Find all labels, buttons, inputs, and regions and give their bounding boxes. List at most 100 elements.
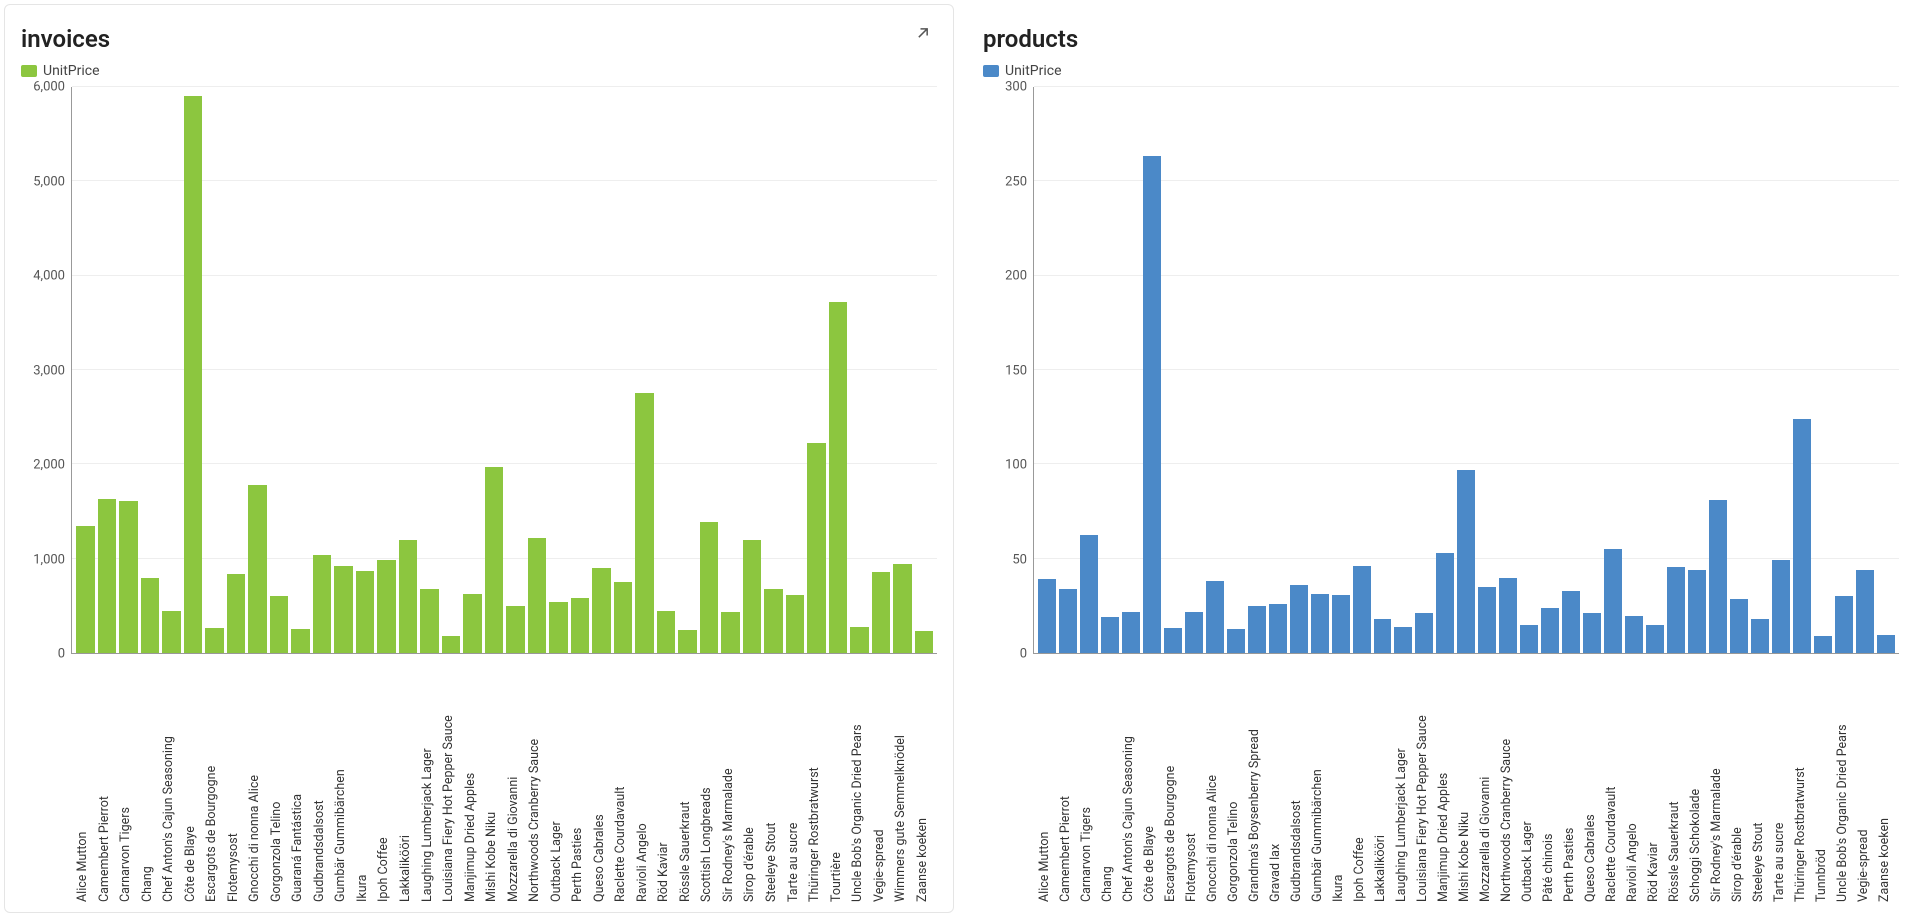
- bar[interactable]: [1520, 625, 1538, 653]
- bar[interactable]: [893, 564, 912, 653]
- bar[interactable]: [485, 467, 504, 653]
- bar[interactable]: [1709, 500, 1727, 653]
- y-tick: 5,000: [33, 174, 65, 189]
- bar[interactable]: [184, 96, 203, 653]
- bar[interactable]: [377, 560, 396, 653]
- bar[interactable]: [1206, 581, 1224, 653]
- bar[interactable]: [1038, 579, 1056, 653]
- x-label: Sirop d'érable: [1730, 660, 1748, 904]
- bar[interactable]: [1374, 619, 1392, 653]
- bar[interactable]: [1604, 549, 1622, 653]
- bar[interactable]: [1353, 566, 1371, 653]
- bar[interactable]: [356, 571, 375, 653]
- bar[interactable]: [743, 540, 762, 653]
- bar[interactable]: [1856, 570, 1874, 653]
- bar[interactable]: [614, 582, 633, 653]
- bar[interactable]: [420, 589, 439, 653]
- x-label: Carnarvon Tigers: [1079, 660, 1097, 904]
- bar[interactable]: [1185, 612, 1203, 653]
- bar[interactable]: [1478, 587, 1496, 653]
- plot-area: [71, 87, 937, 654]
- bar[interactable]: [1877, 635, 1895, 653]
- bar[interactable]: [119, 501, 138, 653]
- bar[interactable]: [700, 522, 719, 653]
- bar[interactable]: [248, 485, 267, 653]
- x-axis: Alice MuttonCamembert PierrotCarnarvon T…: [71, 654, 937, 904]
- bar[interactable]: [205, 628, 224, 653]
- x-label: Gorgonzola Telino: [269, 660, 288, 904]
- bar[interactable]: [1269, 604, 1287, 653]
- bar[interactable]: [528, 538, 547, 653]
- bar[interactable]: [1814, 636, 1832, 653]
- bar[interactable]: [850, 627, 869, 653]
- bar[interactable]: [1625, 616, 1643, 653]
- bar[interactable]: [1772, 560, 1790, 653]
- x-label: Rössle Sauerkraut: [1667, 660, 1685, 904]
- bar[interactable]: [1730, 599, 1748, 653]
- bar[interactable]: [1164, 628, 1182, 653]
- bar[interactable]: [915, 631, 934, 653]
- bar[interactable]: [1101, 617, 1119, 653]
- bar[interactable]: [1227, 629, 1245, 653]
- bar[interactable]: [1290, 585, 1308, 653]
- bar[interactable]: [571, 598, 590, 653]
- bar[interactable]: [141, 578, 160, 653]
- bar[interactable]: [549, 602, 568, 653]
- bar[interactable]: [1499, 578, 1517, 653]
- bar[interactable]: [1562, 591, 1580, 653]
- bar[interactable]: [829, 302, 848, 653]
- bar[interactable]: [1311, 594, 1329, 653]
- bar[interactable]: [463, 594, 482, 653]
- bar[interactable]: [1541, 608, 1559, 653]
- bar[interactable]: [1415, 613, 1433, 653]
- bar[interactable]: [270, 596, 289, 653]
- bar[interactable]: [1457, 470, 1475, 653]
- bar[interactable]: [1583, 613, 1601, 653]
- chart-card-invoices: invoices UnitPrice 01,0002,0003,0004,000…: [4, 4, 954, 913]
- bar[interactable]: [678, 630, 697, 653]
- bar[interactable]: [1080, 535, 1098, 653]
- bar[interactable]: [1332, 595, 1350, 653]
- x-label: Grandma's Boysenberry Spread: [1247, 660, 1265, 904]
- bar[interactable]: [1646, 625, 1664, 653]
- bar[interactable]: [1394, 627, 1412, 653]
- bar[interactable]: [1688, 570, 1706, 653]
- bar[interactable]: [291, 629, 310, 653]
- bar[interactable]: [1436, 553, 1454, 653]
- bar[interactable]: [592, 568, 611, 653]
- bar[interactable]: [506, 606, 525, 653]
- bar[interactable]: [807, 443, 826, 653]
- bar[interactable]: [313, 555, 332, 653]
- x-label: Tunnbröd: [1814, 660, 1832, 904]
- bar[interactable]: [786, 595, 805, 653]
- bar[interactable]: [1248, 606, 1266, 653]
- bar[interactable]: [764, 589, 783, 653]
- bar[interactable]: [635, 393, 654, 653]
- x-label: Alice Mutton: [75, 660, 94, 904]
- y-tick: 0: [1020, 647, 1027, 662]
- bar[interactable]: [399, 540, 418, 653]
- legend-label: UnitPrice: [43, 63, 100, 79]
- bar[interactable]: [1122, 612, 1140, 654]
- bar[interactable]: [1143, 156, 1161, 653]
- x-label: Chef Anton's Cajun Seasoning: [1121, 660, 1139, 904]
- bar[interactable]: [1667, 567, 1685, 653]
- bar[interactable]: [872, 572, 891, 653]
- bar[interactable]: [334, 566, 353, 653]
- bar[interactable]: [1835, 596, 1853, 653]
- bar[interactable]: [162, 611, 181, 653]
- bar[interactable]: [442, 636, 461, 653]
- x-label: Ikura: [1331, 660, 1349, 904]
- x-label: Flotemysost: [226, 660, 245, 904]
- expand-icon[interactable]: [913, 23, 933, 43]
- bar[interactable]: [1059, 589, 1077, 653]
- x-label: Tourtière: [829, 660, 848, 904]
- x-label: Gnocchi di nonna Alice: [1205, 660, 1223, 904]
- bar[interactable]: [657, 611, 676, 653]
- bar[interactable]: [1751, 619, 1769, 653]
- bar[interactable]: [1793, 419, 1811, 653]
- bar[interactable]: [721, 612, 740, 653]
- bar[interactable]: [98, 499, 117, 653]
- bar[interactable]: [76, 526, 95, 653]
- bar[interactable]: [227, 574, 246, 653]
